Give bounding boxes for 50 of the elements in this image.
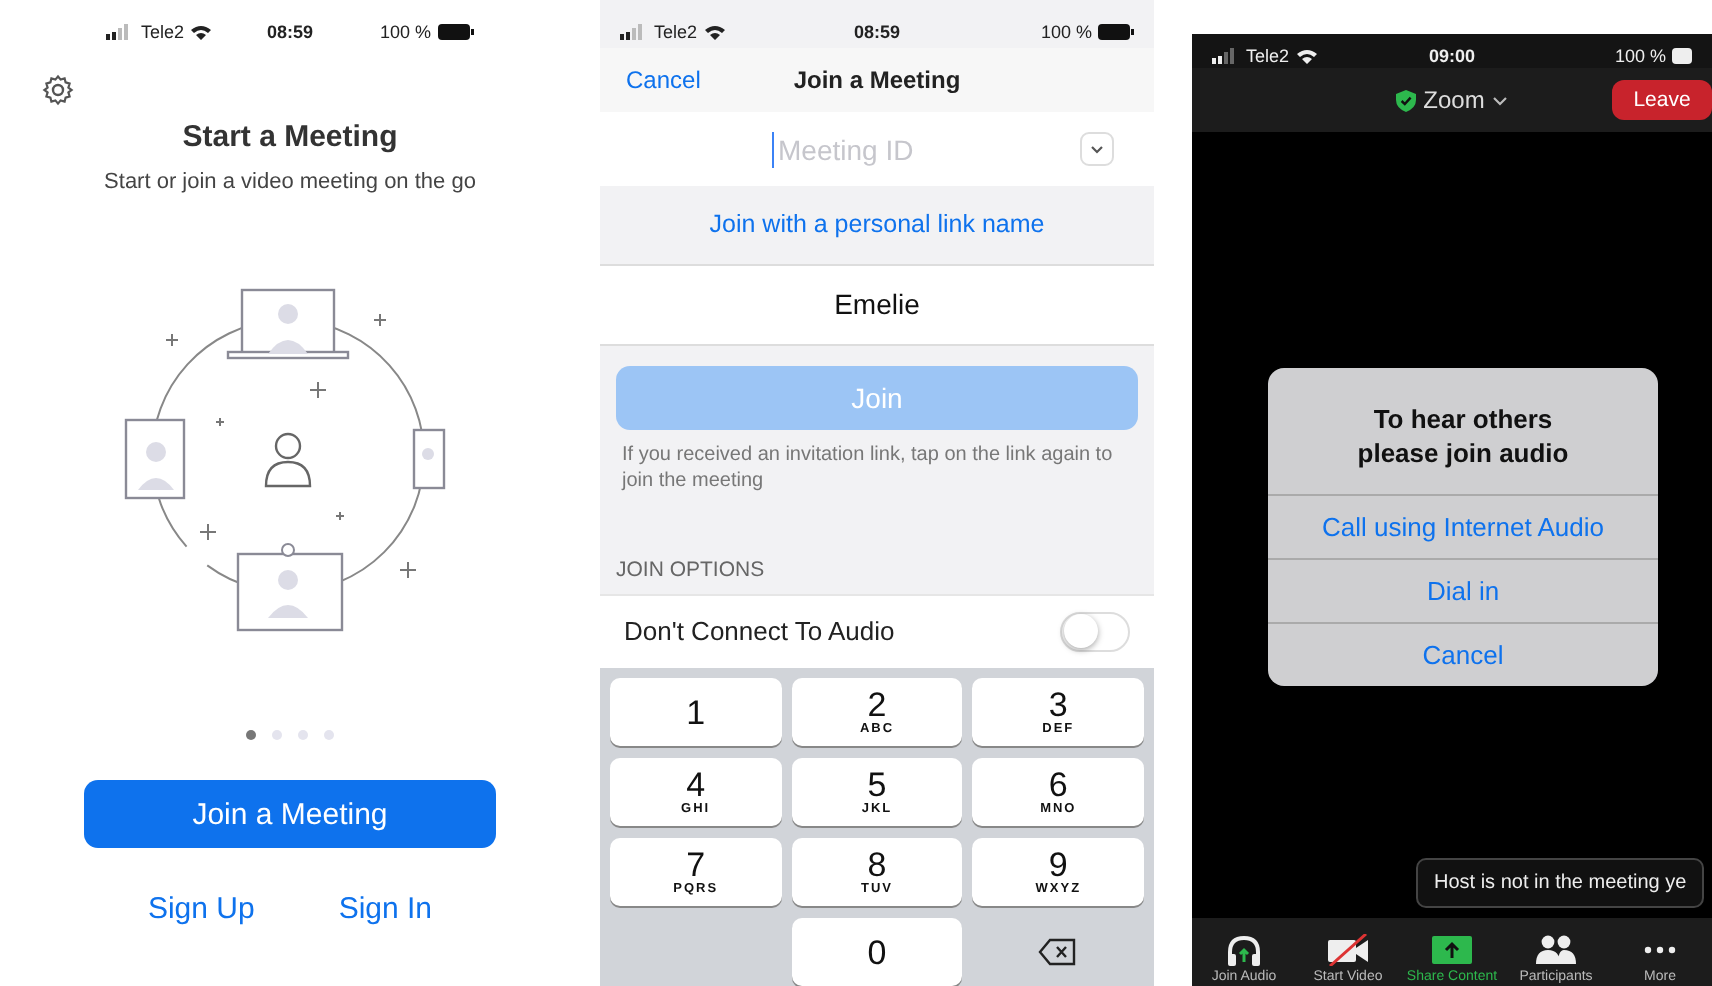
signal-icon: [620, 23, 648, 40]
carrier-name: Tele2: [1246, 46, 1290, 66]
invitation-hint: If you received an invitation link, tap on the link again to join the meeting: [619, 441, 1115, 494]
dropdown-icon[interactable]: [1080, 132, 1114, 167]
screen-subtitle: Start or join a video meeting on the go: [104, 170, 476, 194]
meeting-id-field[interactable]: Meeting ID: [772, 131, 982, 168]
battery-percent: 100 %: [379, 22, 432, 42]
nav-title: Join a Meeting: [793, 65, 961, 94]
dialog-title: To hear others please join audio: [1355, 402, 1571, 472]
settings-icon[interactable]: [42, 74, 74, 106]
battery-percent: 100 %: [1040, 21, 1092, 42]
signal-icon: [1212, 48, 1240, 64]
wifi-icon: [1295, 48, 1318, 64]
chevron-down-icon[interactable]: [1492, 95, 1509, 105]
toggle-switch[interactable]: [1060, 611, 1130, 652]
carrier-name: Tele2: [140, 22, 184, 42]
option-label: Don't Connect To Audio: [624, 616, 895, 647]
page-indicator-dot[interactable]: [324, 730, 334, 740]
cancel-link[interactable]: Cancel: [626, 65, 701, 94]
people-icon: [1534, 934, 1578, 966]
status-time: 08:59: [853, 21, 901, 42]
share-icon: [1432, 934, 1472, 966]
camera-off-icon: [1326, 934, 1370, 966]
wifi-icon: [190, 24, 212, 40]
section-header: JOIN OPTIONS: [614, 555, 767, 586]
name-field[interactable]: Emelie: [600, 265, 1154, 346]
status-time: 09:00: [1428, 46, 1476, 66]
battery-percent: 100 %: [1614, 46, 1666, 66]
tooltip: Host is not in the meeting ye: [1416, 858, 1705, 908]
screen-title: Start a Meeting: [182, 120, 398, 154]
keypad-key[interactable]: 0: [791, 918, 963, 986]
battery-icon: [1672, 48, 1692, 64]
leave-button[interactable]: Leave: [1612, 80, 1712, 120]
page-indicator-dot[interactable]: [298, 730, 308, 740]
auth-link[interactable]: Sign In: [338, 892, 433, 926]
status-time: 08:59: [266, 22, 314, 42]
join-meeting-button[interactable]: Join a Meeting: [84, 780, 496, 848]
battery-icon: [1098, 23, 1134, 40]
shield-icon: [1395, 89, 1416, 111]
wifi-icon: [703, 23, 726, 40]
headphones-icon: [1226, 934, 1262, 966]
backspace-icon[interactable]: [1038, 938, 1079, 966]
page-indicator-dot[interactable]: [272, 730, 282, 740]
personal-link-name-link[interactable]: Join with a personal link name: [709, 210, 1045, 239]
battery-icon: [437, 24, 474, 40]
meeting-title[interactable]: Zoom: [1423, 86, 1485, 114]
auth-link[interactable]: Sign Up: [147, 892, 255, 926]
keypad-key[interactable]: 1: [610, 678, 782, 746]
page-indicator-dot[interactable]: [246, 730, 256, 740]
carrier-name: Tele2: [654, 21, 698, 42]
